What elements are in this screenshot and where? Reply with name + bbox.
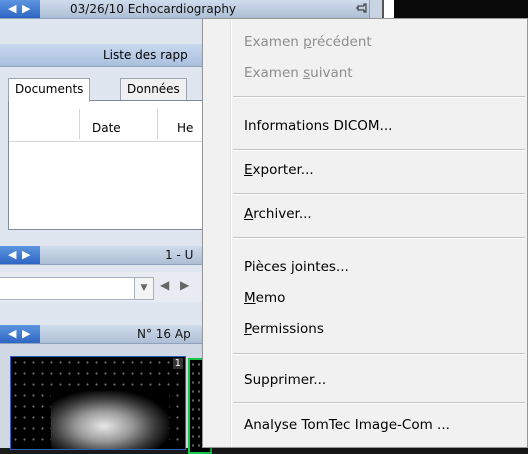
menu-item-mnemonic: M [244, 290, 256, 306]
menu-separator [233, 193, 525, 195]
menu-item-text: uivant [310, 65, 353, 81]
thumbnail-number: 1 [172, 358, 183, 369]
exam-nav-buttons[interactable]: ◀ ▶ [0, 0, 40, 18]
menu-item-text: Pièces jointes... [244, 259, 349, 275]
menu-item-mnemonic: A [244, 206, 254, 222]
menu-item-text: Informations DICOM... [244, 118, 393, 134]
nav-right-icon[interactable]: ▶ [22, 248, 30, 262]
nav-left-icon[interactable]: ◀ [8, 327, 16, 341]
menu-item-pieces-jointes[interactable]: Pièces jointes... [244, 259, 349, 275]
tab-documents[interactable]: Documents [8, 78, 91, 102]
chevron-down-icon[interactable]: ▼ [134, 278, 153, 299]
column-date[interactable]: Date [92, 121, 121, 135]
report-list-title: Liste des rapp [103, 48, 188, 62]
next-image-icon[interactable]: ▶ [180, 278, 189, 292]
exam-title: 03/26/10 Echocardiography [70, 2, 237, 16]
menu-item-text: Examen [244, 34, 304, 50]
tab-donnees-label: Données [127, 82, 180, 96]
echo-image [51, 391, 169, 449]
nav-right-icon[interactable]: ▶ [22, 2, 30, 16]
tab-donnees[interactable]: Données [120, 78, 187, 101]
menu-item-mnemonic: E [244, 162, 253, 178]
column-heure[interactable]: He [177, 121, 193, 135]
menu-item-archiver[interactable]: Archiver... [244, 206, 312, 222]
menu-gutter [230, 21, 232, 447]
prev-image-icon[interactable]: ◀ [160, 278, 169, 292]
pin-icon[interactable] [356, 2, 368, 17]
menu-separator [233, 353, 525, 355]
images-title: N° 16 Ap [137, 327, 191, 341]
series-combobox[interactable]: ▼ [0, 277, 154, 300]
menu-separator [233, 96, 525, 98]
menu-item-text: xporter... [252, 162, 314, 178]
column-separator[interactable] [157, 109, 158, 139]
menu-item-text: récédent [311, 34, 372, 50]
menu-item-text: Examen [244, 65, 304, 81]
column-separator[interactable] [79, 109, 80, 139]
menu-item-memo[interactable]: Memo [244, 290, 285, 306]
images-nav-buttons[interactable]: ◀ ▶ [0, 325, 40, 343]
echo-thumbnail[interactable]: 1 [10, 356, 186, 450]
exam-header: ◀ ▶ 03/26/10 Echocardiography [0, 0, 382, 19]
menu-item-mnemonic: P [244, 321, 252, 337]
context-menu: Examen précédent Examen suivant Informat… [202, 18, 528, 448]
nav-left-icon[interactable]: ◀ [8, 248, 16, 262]
tab-documents-label: Documents [15, 82, 84, 96]
menu-separator [233, 149, 525, 151]
menu-separator [233, 237, 525, 239]
nav-right-icon[interactable]: ▶ [22, 327, 30, 341]
menu-item-mnemonic: p [303, 34, 312, 50]
menu-item-text: ermissions [251, 321, 324, 337]
menu-item-analyse-tomtec[interactable]: Analyse TomTec Image-Com ... [244, 417, 450, 433]
menu-item-text: Supprimer... [244, 372, 327, 388]
series-nav-buttons[interactable]: ◀ ▶ [0, 246, 40, 264]
menu-item-examen-precedent[interactable]: Examen précédent [244, 34, 372, 50]
menu-item-permissions[interactable]: Permissions [244, 321, 324, 337]
menu-item-text: rchiver... [253, 206, 312, 222]
series-title: 1 - U [165, 248, 194, 262]
menu-separator [233, 402, 525, 404]
menu-item-examen-suivant[interactable]: Examen suivant [244, 65, 353, 81]
menu-item-text: emo [255, 290, 286, 306]
menu-item-informations-dicom[interactable]: Informations DICOM... [244, 118, 392, 134]
menu-item-supprimer[interactable]: Supprimer... [244, 372, 326, 388]
panel-scrollbar[interactable] [369, 0, 382, 18]
menu-item-text: Analyse TomTec Image-Com ... [244, 417, 450, 433]
menu-item-exporter[interactable]: Exporter... [244, 162, 314, 178]
nav-left-icon[interactable]: ◀ [8, 2, 16, 16]
